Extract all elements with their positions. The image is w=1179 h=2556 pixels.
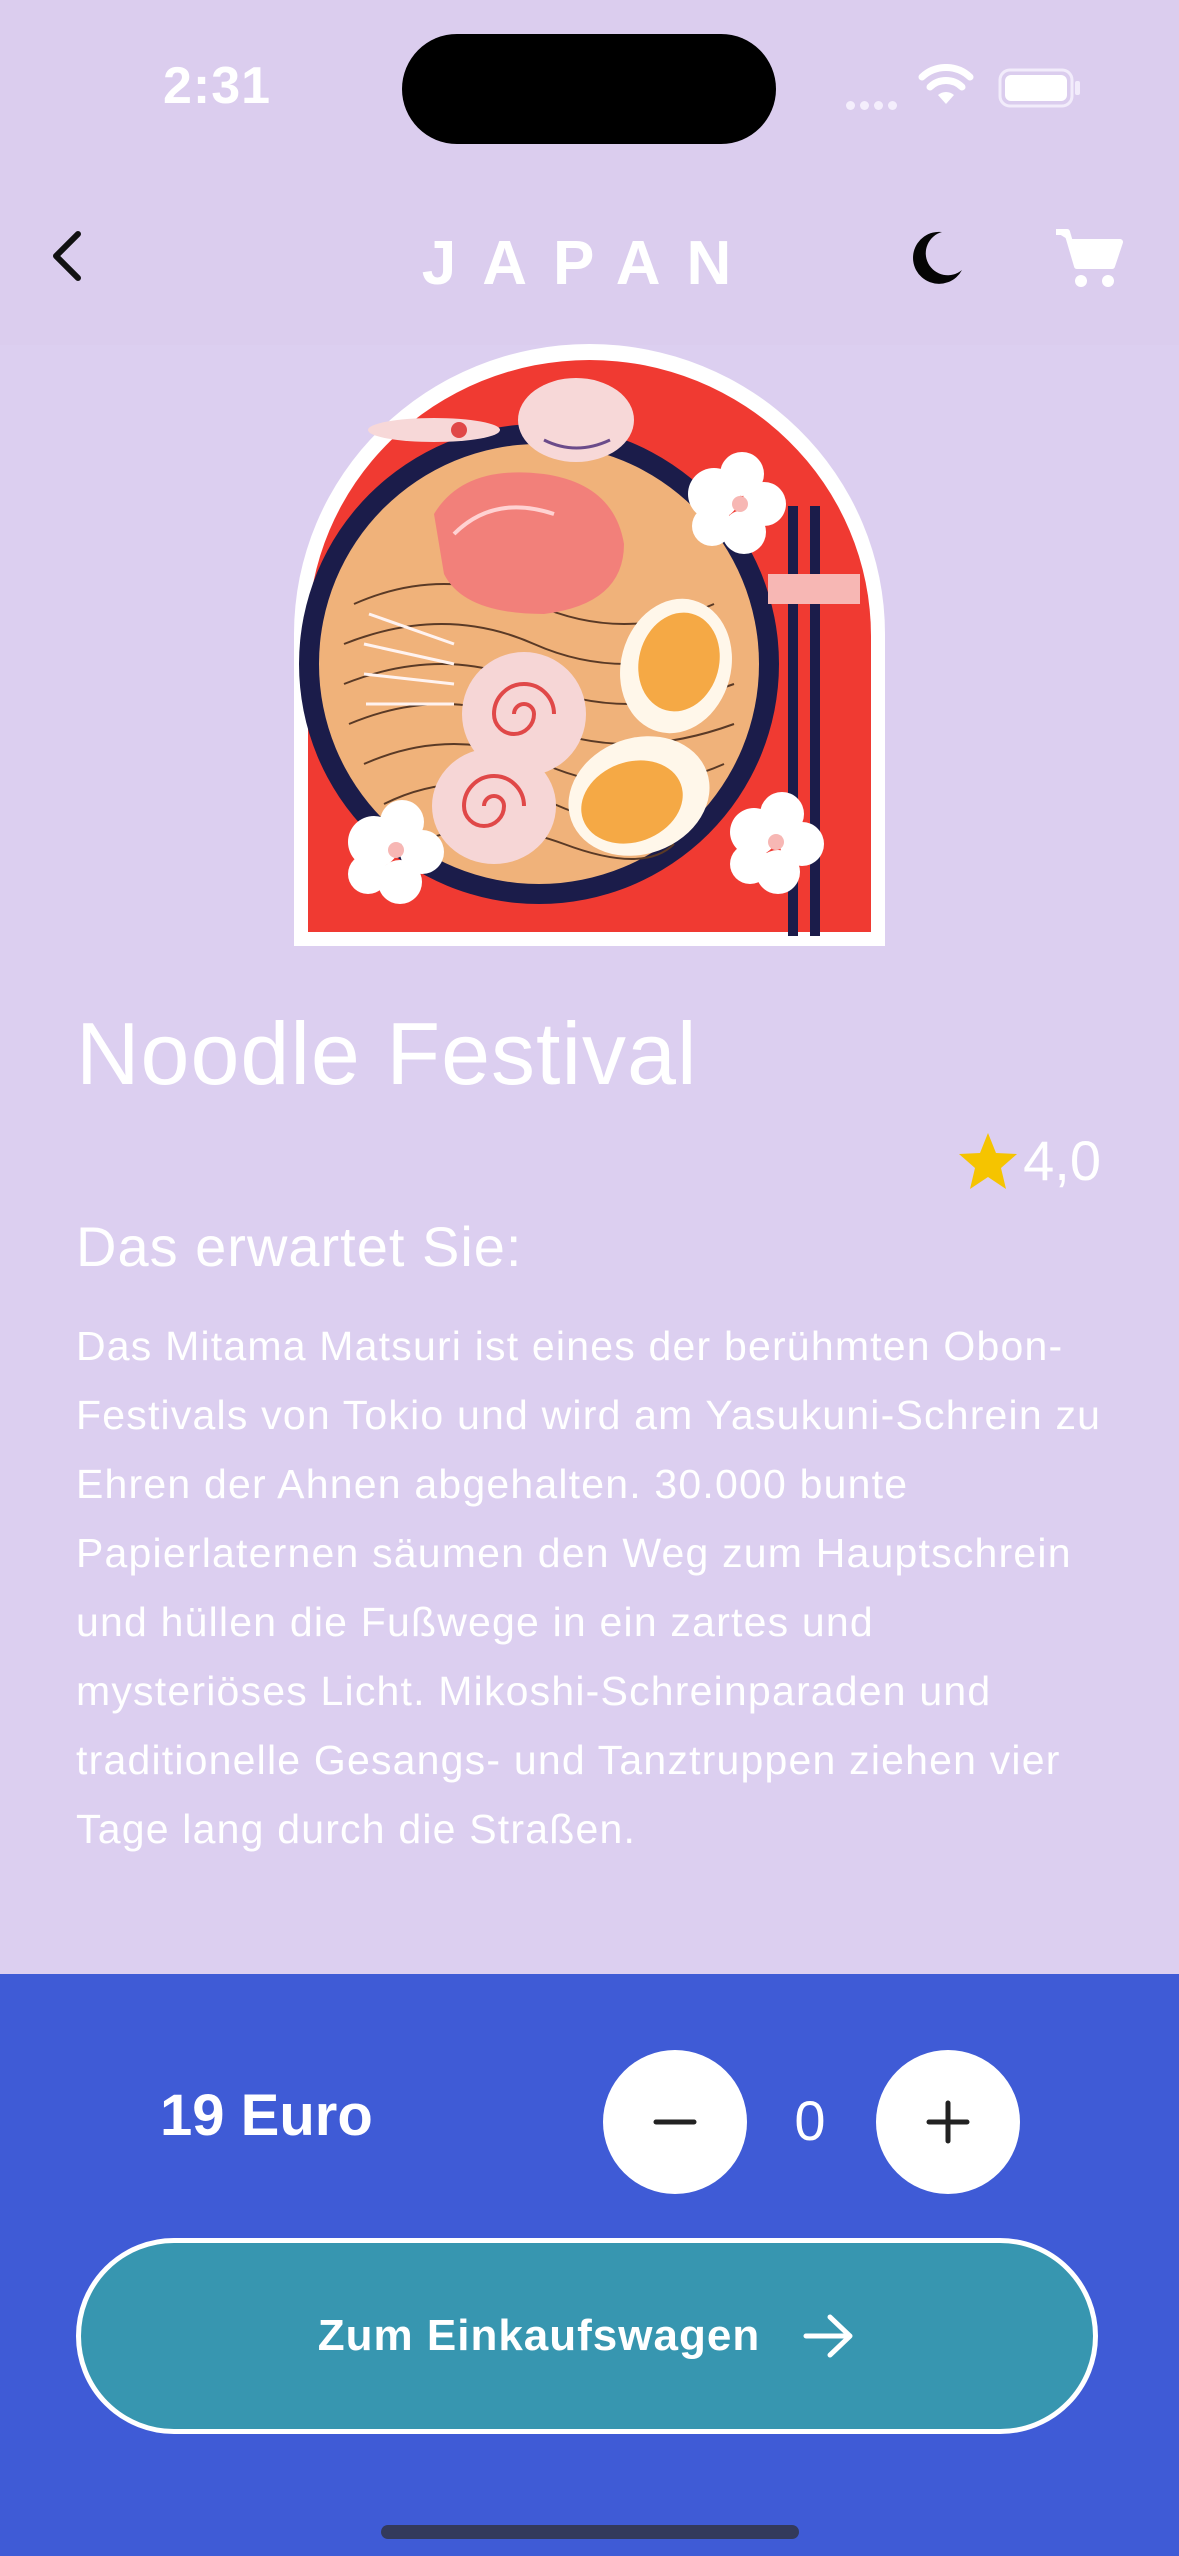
quantity-value: 0 <box>794 2089 826 2152</box>
shopping-cart-icon[interactable] <box>1054 226 1124 290</box>
nav-title: JAPAN <box>421 229 758 298</box>
purchase-panel: 19 Euro 0 Zum Einkaufswagen <box>0 1974 1179 2556</box>
status-bar: 2:31 <box>0 0 1179 170</box>
plus-icon <box>926 2100 970 2144</box>
increment-button[interactable] <box>876 2050 1020 2194</box>
moon-icon[interactable] <box>902 226 966 290</box>
battery-icon <box>998 68 1080 108</box>
cellular-signal-icon <box>846 97 902 115</box>
status-time: 2:31 <box>163 57 272 115</box>
star-icon <box>959 1132 1018 1189</box>
add-to-cart-label: Zum Einkaufswagen <box>317 2311 761 2360</box>
arrow-right-icon <box>803 2314 853 2358</box>
add-to-cart-button[interactable]: Zum Einkaufswagen <box>76 2238 1098 2434</box>
dynamic-island <box>402 34 776 144</box>
rating-value: 4,0 <box>1023 1129 1101 1192</box>
wifi-icon <box>918 64 974 104</box>
product-description: Das Mitama Matsuri ist eines der berühmt… <box>76 1323 1102 1852</box>
navigation-bar: JAPAN <box>0 170 1179 345</box>
product-title: Noodle Festival <box>76 1004 698 1103</box>
home-indicator <box>381 2525 799 2539</box>
section-heading: Das erwartet Sie: <box>76 1215 523 1278</box>
price: 19 Euro <box>160 2083 373 2148</box>
rating: 4,0 <box>957 1128 1101 1193</box>
minus-icon <box>653 2119 697 2125</box>
ramen-bowl-illustration <box>294 344 885 946</box>
decrement-button[interactable] <box>603 2050 747 2194</box>
